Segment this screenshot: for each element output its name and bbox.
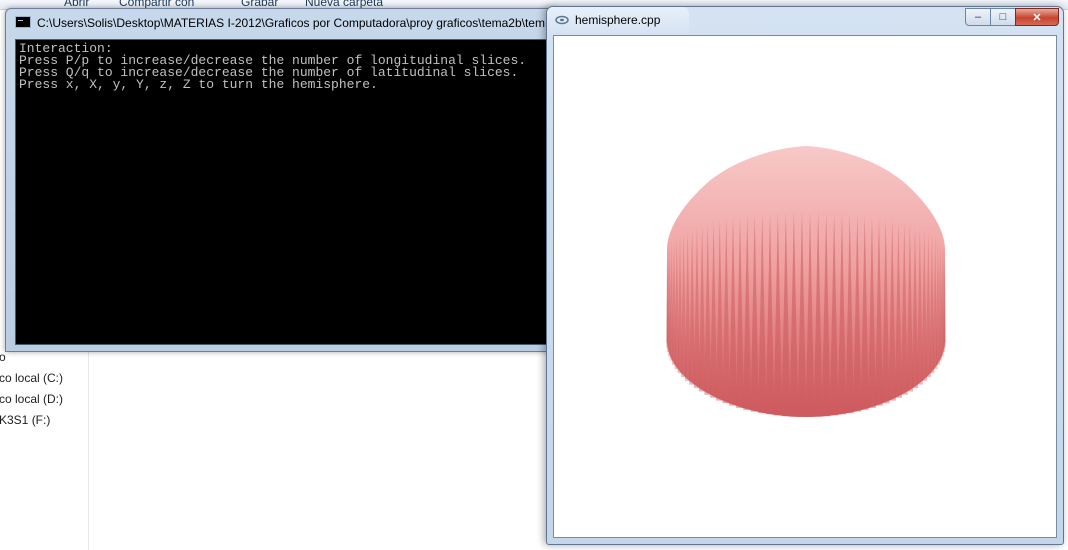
nav-item-drive-c[interactable]: co local (C:) xyxy=(0,371,63,385)
opengl-titlebar[interactable]: hemisphere.cpp xyxy=(547,7,689,33)
maximize-icon: □ xyxy=(999,11,1007,23)
nav-item-drive-d[interactable]: co local (D:) xyxy=(0,392,63,406)
console-title: C:\Users\Solis\Desktop\MATERIAS I-2012\G… xyxy=(37,16,545,30)
console-titlebar[interactable]: C:\Users\Solis\Desktop\MATERIAS I-2012\G… xyxy=(6,9,559,35)
console-line: Press x, X, y, Y, z, Z to turn the hemis… xyxy=(19,77,378,92)
console-icon xyxy=(15,16,31,28)
hemisphere-render xyxy=(665,146,947,417)
close-icon: ✕ xyxy=(1032,11,1042,24)
opengl-window[interactable]: hemisphere.cpp – □ ✕ xyxy=(546,6,1064,545)
nav-item-partial[interactable]: o xyxy=(0,350,6,364)
maximize-button[interactable]: □ xyxy=(990,8,1016,26)
window-controls: – □ ✕ xyxy=(965,8,1059,27)
nav-item-drive-f[interactable]: K3S1 (F:) xyxy=(0,413,50,427)
opengl-canvas[interactable] xyxy=(553,35,1057,538)
opengl-app-icon xyxy=(555,15,569,25)
close-button[interactable]: ✕ xyxy=(1015,8,1059,26)
console-window[interactable]: C:\Users\Solis\Desktop\MATERIAS I-2012\G… xyxy=(5,8,560,352)
console-output[interactable]: Interaction: Press P/p to increase/decre… xyxy=(15,39,556,345)
minimize-icon: – xyxy=(974,11,982,23)
minimize-button[interactable]: – xyxy=(965,8,991,26)
opengl-window-title: hemisphere.cpp xyxy=(575,13,661,27)
